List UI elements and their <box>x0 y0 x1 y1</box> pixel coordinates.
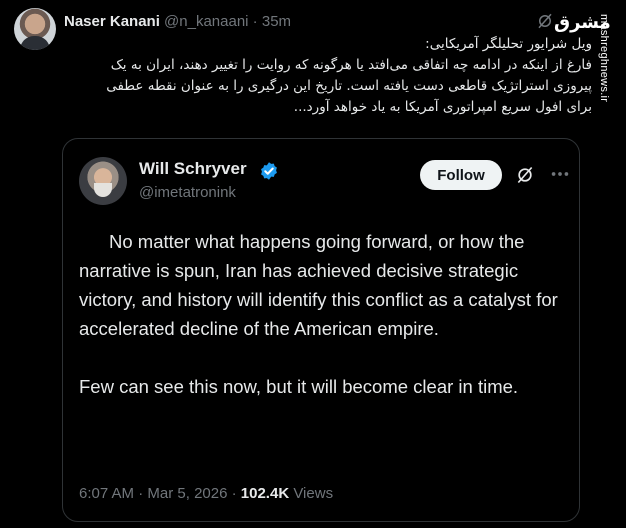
outer-tweet-text: ویل شرایور تحلیلگر آمریکایی: فارغ از این… <box>64 34 592 118</box>
outer-text-line: فارغ از اینکه در ادامه چه اتفاقی می‌افتد… <box>110 57 592 73</box>
views-label: Views <box>289 485 334 502</box>
quoted-author-name[interactable]: Will Schryver <box>139 159 247 179</box>
quoted-tweet-text: No matter what happens going forward, or… <box>79 227 569 401</box>
quoted-author-handle[interactable]: @imetatronink <box>139 184 236 201</box>
outer-text-line: برای افول سریع امپراتوری آمریکا به یاد خ… <box>293 99 592 115</box>
quoted-tweet-card[interactable]: Will Schryver @imetatronink Follow No ma… <box>62 138 580 522</box>
avatar-beard-shape <box>94 183 112 197</box>
more-dots-icon[interactable] <box>549 163 571 185</box>
follow-button[interactable]: Follow <box>420 160 502 190</box>
outer-separator: · <box>248 13 262 30</box>
watermark-site-text: mashreghnews.ir <box>598 14 610 103</box>
outer-time-ago[interactable]: 35m <box>262 13 291 30</box>
views-count: 102.4K <box>240 485 290 502</box>
meta-dot: · <box>227 485 241 502</box>
outer-author-name[interactable]: Naser Kanani <box>64 13 160 30</box>
meta-dot: · <box>134 485 148 502</box>
grok-slash-icon[interactable] <box>515 165 535 185</box>
quoted-author-avatar[interactable] <box>79 157 127 205</box>
outer-tweet-header: Naser Kanani @n_kanaani · 35m <box>64 13 291 30</box>
outer-author-avatar[interactable] <box>14 8 56 50</box>
grok-slash-icon-top[interactable] <box>536 12 554 30</box>
outer-text-line: پیروزی استراتژیک قاطعی دست یافته است. تا… <box>106 78 592 94</box>
quoted-tweet-meta: 6:07 AM · Mar 5, 2026 · 102.4K Views <box>79 485 333 502</box>
tweet-time[interactable]: 6:07 AM <box>79 485 134 502</box>
quoted-paragraph-2: Few can see this now, but it will become… <box>79 376 519 397</box>
quoted-paragraph-1: No matter what happens going forward, or… <box>79 231 558 339</box>
verified-badge-icon <box>261 162 277 180</box>
tweet-date[interactable]: Mar 5, 2026 <box>147 485 227 502</box>
avatar-suit-shape <box>20 36 50 50</box>
watermark-site: mashreghnews.ir <box>596 14 616 124</box>
outer-author-handle[interactable]: @n_kanaani <box>164 13 248 30</box>
outer-text-line: ویل شرایور تحلیلگر آمریکایی: <box>425 36 592 52</box>
